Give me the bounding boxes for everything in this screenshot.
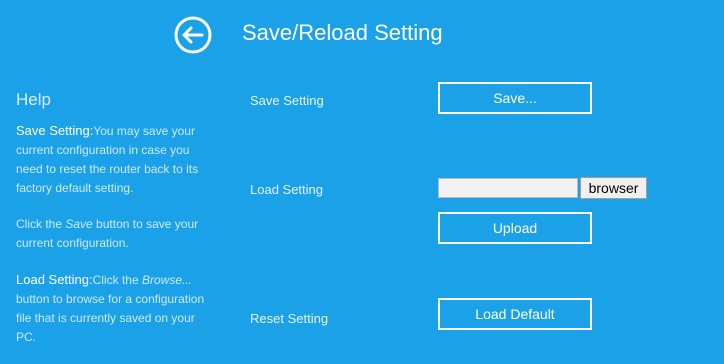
- help-click-prefix: Click the: [16, 217, 66, 231]
- save-button[interactable]: Save...: [438, 82, 592, 114]
- reset-setting-label: Reset Setting: [250, 311, 329, 326]
- help-load-suffix: button to browse for a configuration fil…: [16, 292, 205, 344]
- help-save-paragraph: Save Setting:You may save your current c…: [16, 121, 216, 198]
- help-load-prefix: Click the: [92, 273, 142, 287]
- arrow-left-circle-icon: [174, 16, 212, 54]
- upload-button[interactable]: Upload: [438, 212, 592, 244]
- help-click-paragraph: Click the Save button to save your curre…: [16, 215, 216, 253]
- load-setting-label: Load Setting: [250, 182, 324, 197]
- help-load-heading: Load Setting:: [16, 272, 93, 287]
- help-save-heading: Save Setting:: [16, 123, 94, 138]
- file-path-input[interactable]: [438, 178, 578, 198]
- help-load-paragraph: Load Setting:Click the Browse... button …: [16, 270, 216, 347]
- help-click-save-word: Save: [65, 217, 93, 231]
- page-header: Save/Reload Setting: [0, 0, 724, 70]
- page-title: Save/Reload Setting: [242, 20, 443, 45]
- help-load-browse-word: Browse...: [141, 273, 192, 287]
- back-button[interactable]: [173, 15, 213, 55]
- help-panel: Help Save Setting:You may save your curr…: [16, 90, 216, 364]
- browse-button[interactable]: browser: [580, 177, 647, 199]
- help-title: Help: [16, 90, 51, 109]
- load-default-button[interactable]: Load Default: [438, 298, 592, 330]
- save-setting-label: Save Setting: [250, 93, 324, 108]
